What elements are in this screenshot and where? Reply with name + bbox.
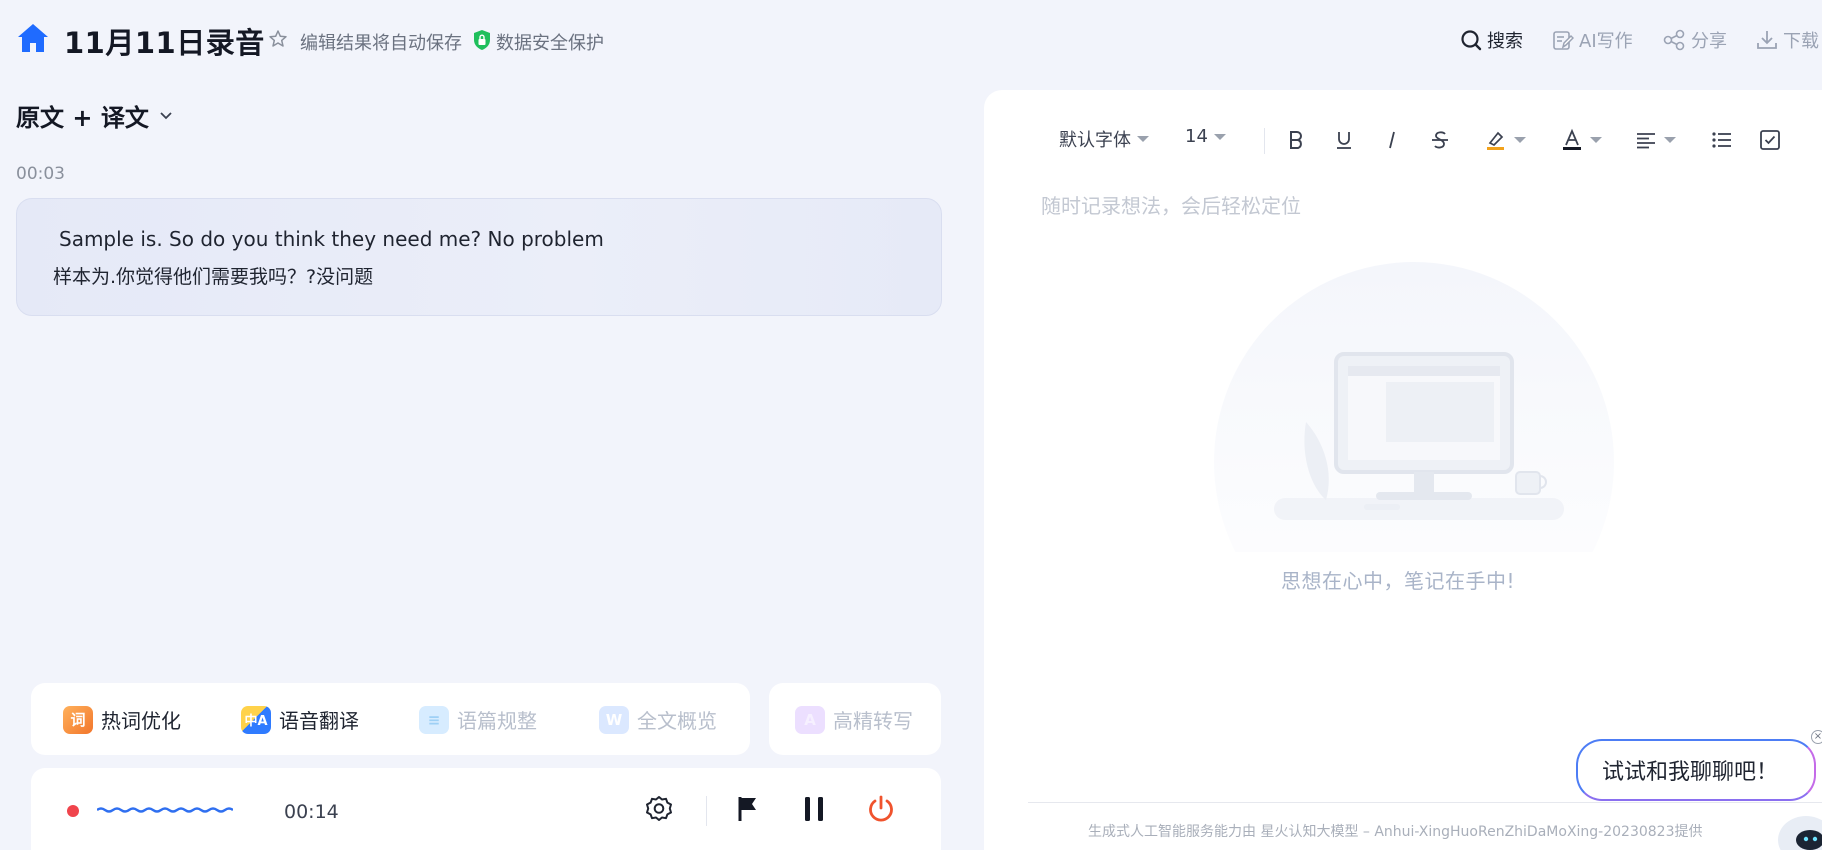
hq-transcribe-icon: A xyxy=(795,705,825,734)
caret-down-icon xyxy=(1664,137,1676,143)
transcript-original-text[interactable]: Sample is. So do you think they need me?… xyxy=(59,227,604,251)
font-color-button[interactable] xyxy=(1560,128,1602,152)
record-dot-icon xyxy=(67,805,79,817)
empty-notes-illustration xyxy=(1214,262,1614,552)
hq-transcribe-button[interactable]: A 高精转写 xyxy=(795,705,913,734)
assistant-avatar[interactable] xyxy=(1776,810,1822,850)
notes-panel: 默认字体 14 随时记录想法，会后轻松定位 思想在心中，笔记在手中! 生成式人工… xyxy=(984,90,1822,850)
notes-input[interactable]: 随时记录想法，会后轻松定位 xyxy=(1041,190,1301,219)
paragraph-icon: ≡ xyxy=(419,705,449,734)
view-mode-label: 原文 + 译文 xyxy=(16,104,149,132)
italic-icon[interactable] xyxy=(1380,128,1404,152)
transcript-segment[interactable]: Sample is. So do you think they need me?… xyxy=(16,198,942,316)
share-button[interactable]: 分享 xyxy=(1662,27,1727,53)
security-note: 数据安全保护 xyxy=(496,33,604,54)
share-icon xyxy=(1662,29,1686,51)
shield-icon xyxy=(472,29,492,51)
home-icon[interactable] xyxy=(16,22,50,54)
overview-label: 全文概览 xyxy=(637,709,717,733)
overview-icon: W xyxy=(599,705,629,734)
top-bar: 11月11日录音 编辑结果将自动保存 数据安全保护 搜索 AI写作 分享 下载 xyxy=(0,0,1822,80)
download-button[interactable]: 下载 xyxy=(1756,27,1819,53)
download-icon xyxy=(1756,29,1778,51)
translate-icon: 中A xyxy=(241,705,271,734)
ai-write-label: AI写作 xyxy=(1579,31,1633,52)
toolbar-divider xyxy=(1264,128,1265,154)
hotword-icon: 词 xyxy=(63,705,93,734)
underline-icon[interactable] xyxy=(1332,128,1356,152)
font-size-select[interactable]: 14 xyxy=(1185,126,1226,147)
search-label: 搜索 xyxy=(1487,31,1523,52)
chat-prompt-text: 试试和我聊聊吧！ xyxy=(1602,760,1779,785)
caret-down-icon xyxy=(1514,137,1526,143)
caret-down-icon xyxy=(1213,133,1226,140)
ai-write-button[interactable]: AI写作 xyxy=(1552,27,1633,53)
search-button[interactable]: 搜索 xyxy=(1460,27,1523,53)
paragraph-organize-button[interactable]: ≡ 语篇规整 xyxy=(419,705,537,734)
checkbox-icon[interactable] xyxy=(1758,128,1782,152)
bold-icon[interactable] xyxy=(1284,128,1308,152)
font-color-icon xyxy=(1560,128,1584,152)
bullet-list-icon[interactable] xyxy=(1710,128,1734,152)
ai-provider-note: 生成式人工智能服务能力由 星火认知大模型 – Anhui-XingHuoRenZ… xyxy=(1088,824,1703,840)
share-label: 分享 xyxy=(1691,31,1727,52)
paragraph-label: 语篇规整 xyxy=(457,709,537,733)
segment-timestamp[interactable]: 00:03 xyxy=(16,164,65,184)
close-icon[interactable]: × xyxy=(1811,730,1822,744)
font-family-select[interactable]: 默认字体 xyxy=(1059,126,1149,152)
pause-icon[interactable] xyxy=(801,794,827,824)
align-button[interactable] xyxy=(1634,128,1676,152)
hq-transcribe-label: 高精转写 xyxy=(833,709,913,733)
edit-icon xyxy=(1552,29,1574,51)
page-title[interactable]: 11月11日录音 xyxy=(64,20,265,62)
divider xyxy=(706,796,707,826)
translate-label: 语音翻译 xyxy=(279,709,359,733)
hq-transcribe-card: A 高精转写 xyxy=(769,683,941,755)
hotword-label: 热词优化 xyxy=(101,709,181,733)
autosave-note: 编辑结果将自动保存 xyxy=(300,33,462,54)
flag-icon[interactable] xyxy=(736,794,760,824)
caret-down-icon xyxy=(1137,136,1149,142)
highlight-button[interactable] xyxy=(1484,128,1526,152)
hotword-optimize-button[interactable]: 词 热词优化 xyxy=(63,705,181,734)
star-icon[interactable] xyxy=(268,29,288,49)
speech-translate-button[interactable]: 中A 语音翻译 xyxy=(241,705,359,734)
empty-notes-text: 思想在心中，笔记在手中! xyxy=(1281,569,1516,593)
elapsed-time: 00:14 xyxy=(284,801,339,823)
caret-down-icon xyxy=(1590,137,1602,143)
highlight-icon xyxy=(1484,128,1508,152)
recording-player: 00:14 xyxy=(31,768,941,850)
waveform-icon xyxy=(97,801,233,819)
chevron-down-icon xyxy=(159,111,173,121)
view-mode-dropdown[interactable]: 原文 + 译文 xyxy=(16,98,173,133)
font-family-value: 默认字体 xyxy=(1059,130,1131,151)
download-label: 下载 xyxy=(1783,31,1819,52)
power-icon[interactable] xyxy=(866,794,896,824)
transcript-translated-text[interactable]: 样本为.你觉得他们需要我吗？?没问题 xyxy=(53,262,373,289)
font-size-value: 14 xyxy=(1185,126,1208,147)
align-icon xyxy=(1634,128,1658,152)
feature-toolbar: 词 热词优化 中A 语音翻译 ≡ 语篇规整 W 全文概览 xyxy=(31,683,750,755)
search-icon xyxy=(1460,29,1482,51)
footer-divider xyxy=(1028,802,1822,803)
chat-prompt-bubble[interactable]: 试试和我聊聊吧！ xyxy=(1576,739,1816,801)
full-overview-button[interactable]: W 全文概览 xyxy=(599,705,717,734)
editor-toolbar: 默认字体 14 xyxy=(984,120,1822,160)
settings-icon[interactable] xyxy=(644,794,674,824)
strikethrough-icon[interactable] xyxy=(1428,128,1452,152)
